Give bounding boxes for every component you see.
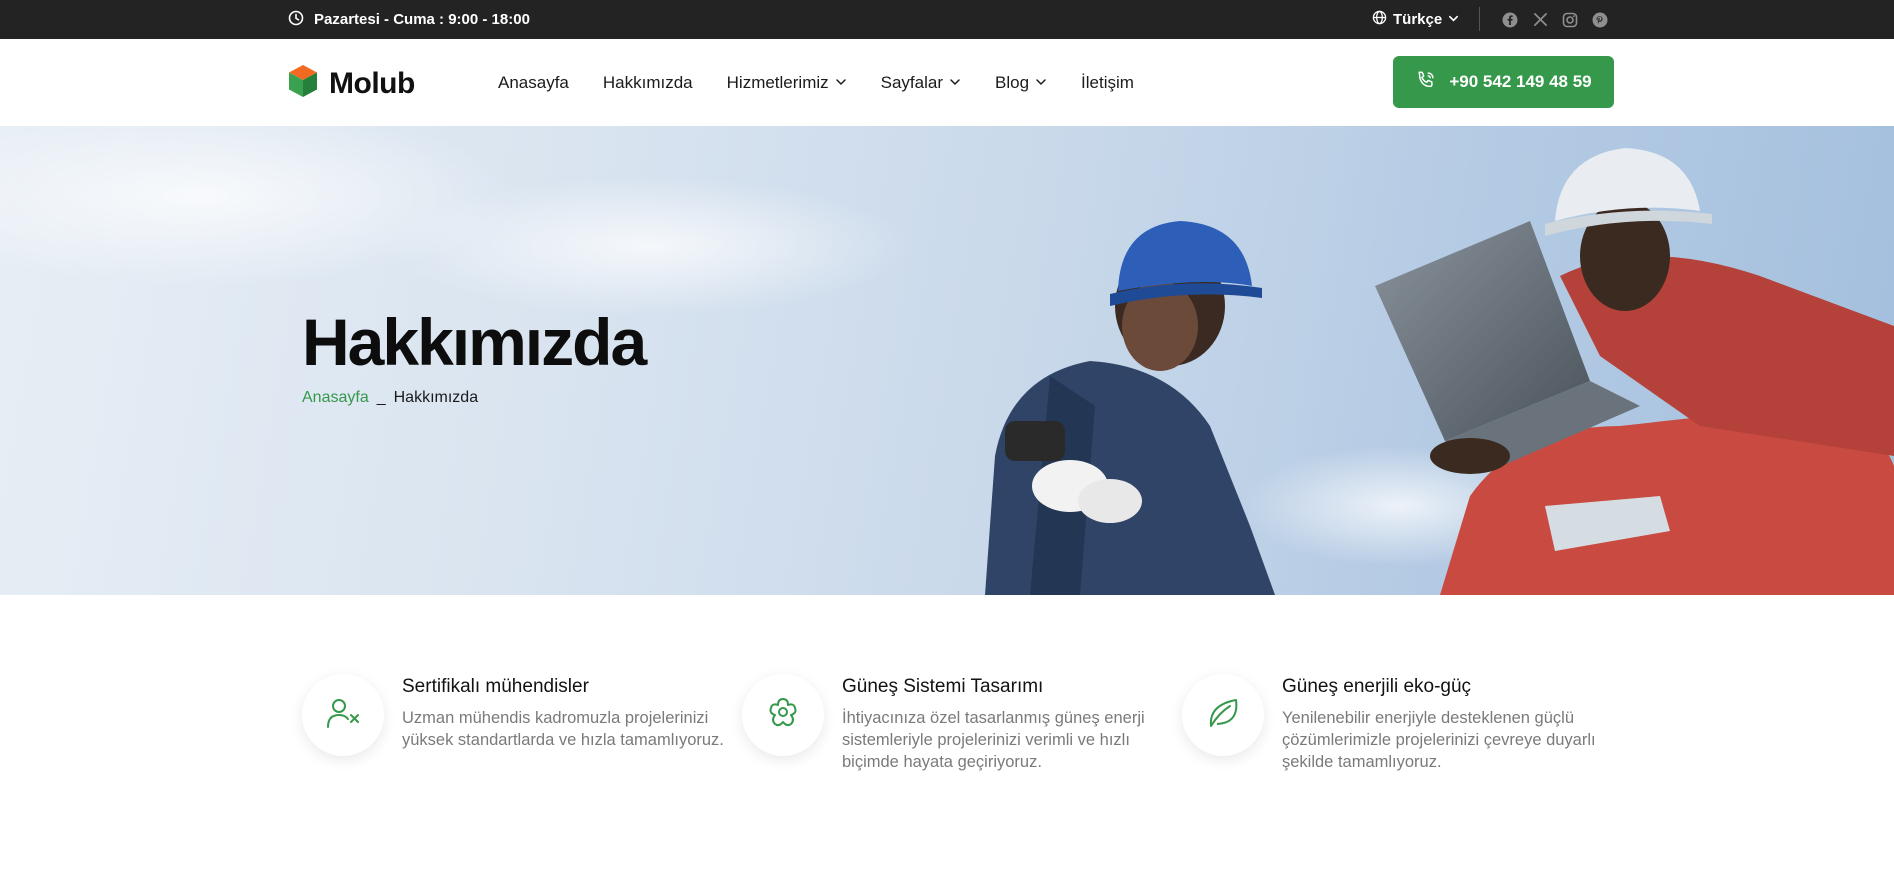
nav-label: Hakkımızda <box>602 72 693 92</box>
feature-title: Güneş Sistemi Tasarımı <box>842 676 1044 697</box>
phone-button[interactable]: +90 542 149 48 59 <box>1393 56 1614 108</box>
working-hours: Pazartesi - Cuma : 9:00 - 18:00 <box>288 0 530 39</box>
main-header: Molub Anasayfa Hakkımızda Hizmetlerimiz … <box>0 39 1894 126</box>
breadcrumb-home-link[interactable]: Anasayfa <box>302 389 369 407</box>
nav-label: Sayfalar <box>880 72 944 92</box>
clock-icon <box>288 10 304 30</box>
main-nav: Anasayfa Hakkımızda Hizmetlerimiz Sayfal… <box>498 39 1134 126</box>
instagram-icon[interactable] <box>1562 12 1578 28</box>
chevron-down-icon <box>949 73 961 93</box>
x-icon[interactable] <box>1532 12 1548 28</box>
leaf-icon <box>1203 693 1243 738</box>
working-hours-text: Pazartesi - Cuma : 9:00 - 18:00 <box>314 11 530 28</box>
feature-icon-circle <box>1182 674 1264 756</box>
feature-item: Sertifikalı mühendisler Uzman mühendis k… <box>302 674 732 794</box>
feature-description: Uzman mühendis kadromuzla projelerinizi … <box>402 709 724 749</box>
breadcrumb-separator: _ <box>376 389 386 406</box>
nav-item-iletisim[interactable]: İletişim <box>1081 73 1134 93</box>
cube-logo-icon <box>287 64 319 103</box>
nav-label: Anasayfa <box>498 72 569 92</box>
feature-description: Yenilenebilir enerjiyle desteklenen güçl… <box>1282 709 1596 771</box>
flower-icon <box>763 693 803 738</box>
chevron-down-icon <box>1035 73 1047 93</box>
phone-icon <box>1415 69 1437 96</box>
hero-background-image <box>0 126 1894 595</box>
feature-item: Güneş enerjili eko-güç Yenilenebilir ene… <box>1182 674 1612 794</box>
user-x-icon <box>323 693 363 738</box>
feature-title: Sertifikalı mühendisler <box>402 676 589 697</box>
logo[interactable]: Molub <box>287 64 415 103</box>
top-bar: Pazartesi - Cuma : 9:00 - 18:00 Türkçe <box>0 0 1894 39</box>
feature-item: Güneş Sistemi Tasarımı İhtiyacınıza özel… <box>742 674 1172 794</box>
language-label: Türkçe <box>1393 11 1443 28</box>
feature-icon-circle <box>302 674 384 756</box>
feature-description: İhtiyacınıza özel tasarlanmış güneş ener… <box>842 709 1145 771</box>
globe-icon <box>1372 10 1387 29</box>
nav-label: İletişim <box>1081 72 1134 92</box>
nav-item-anasayfa[interactable]: Anasayfa <box>498 73 569 93</box>
page-title: Hakkımızda <box>302 305 647 379</box>
nav-label: Blog <box>995 72 1030 92</box>
nav-item-hakkimizda[interactable]: Hakkımızda <box>603 73 693 93</box>
chevron-down-icon <box>1448 11 1459 28</box>
logo-text: Molub <box>329 66 415 100</box>
nav-label: Hizmetlerimiz <box>726 72 829 92</box>
feature-icon-circle <box>742 674 824 756</box>
breadcrumb-current: Hakkımızda <box>393 389 479 406</box>
language-selector[interactable]: Türkçe <box>1372 0 1459 39</box>
nav-item-sayfalar[interactable]: Sayfalar <box>881 73 961 93</box>
facebook-icon[interactable] <box>1502 12 1518 28</box>
phone-number: +90 542 149 48 59 <box>1449 72 1592 91</box>
page-hero: Hakkımızda Anasayfa _ Hakkımızda <box>0 126 1894 595</box>
nav-item-blog[interactable]: Blog <box>995 73 1047 93</box>
divider <box>1479 7 1480 31</box>
social-links <box>1502 0 1608 39</box>
feature-title: Güneş enerjili eko-güç <box>1282 676 1472 697</box>
breadcrumb: Anasayfa _ Hakkımızda <box>302 389 478 407</box>
chevron-down-icon <box>835 73 847 93</box>
pinterest-icon[interactable] <box>1592 12 1608 28</box>
nav-item-hizmetlerimiz[interactable]: Hizmetlerimiz <box>727 73 847 93</box>
features-section: Sertifikalı mühendisler Uzman mühendis k… <box>0 595 1894 893</box>
